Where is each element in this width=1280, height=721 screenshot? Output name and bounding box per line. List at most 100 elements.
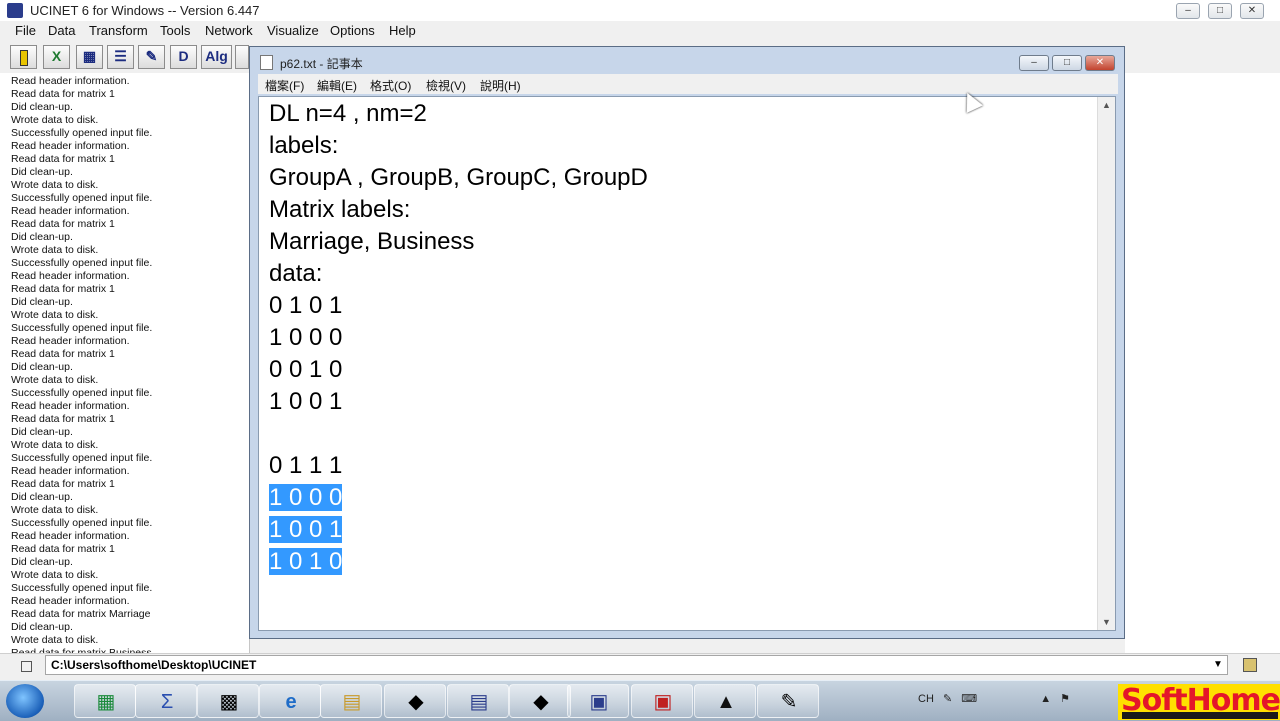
taskbar-folder-icon[interactable]: ▤ <box>320 684 382 718</box>
save-log-icon[interactable] <box>1243 658 1257 672</box>
maximize-button[interactable]: □ <box>1208 3 1232 19</box>
menu-file[interactable]: File <box>15 23 36 38</box>
taskbar-ucinet-icon[interactable]: ▣ <box>567 684 629 718</box>
netdraw-icon[interactable] <box>235 45 249 69</box>
taskbar-batman-icon[interactable]: ▲ <box>694 684 756 718</box>
notepad-window[interactable]: p62.txt - 記事本 – □ ✕ 檔案(F) 編輯(E) 格式(O) 檢視… <box>249 46 1125 639</box>
taskbar-calculator-icon[interactable]: ▩ <box>197 684 259 718</box>
log-line: Read header information. <box>11 335 130 347</box>
close-button[interactable]: ✕ <box>1240 3 1264 19</box>
scroll-up-icon[interactable]: ▲ <box>1102 100 1111 110</box>
menu-visualize[interactable]: Visualize <box>267 23 319 38</box>
ime-icon[interactable]: ✎ <box>943 693 952 705</box>
menu-network[interactable]: Network <box>205 23 253 38</box>
notepad-text-area[interactable]: ▲ ▼ DL n=4 , nm=2 labels: GroupA , GroupB,… <box>258 96 1116 631</box>
log-line: Wrote data to disk. <box>11 634 99 646</box>
log-line: Did clean-up. <box>11 556 73 568</box>
chevron-down-icon[interactable]: ▼ <box>1213 659 1223 670</box>
log-line: Wrote data to disk. <box>11 374 99 386</box>
algorithm-button[interactable]: Alg <box>201 45 232 69</box>
np-menu-help[interactable]: 說明(H) <box>480 77 521 94</box>
text-line: 0 1 1 1 <box>269 452 342 480</box>
status-bar: C:\Users\softhome\Desktop\UCINET ▼ <box>0 653 1280 681</box>
input-language[interactable]: CH <box>918 693 934 705</box>
spreadsheet-icon[interactable]: ▦ <box>76 45 103 69</box>
working-directory-field[interactable]: C:\Users\softhome\Desktop\UCINET <box>45 655 1228 675</box>
np-menu-file[interactable]: 檔案(F) <box>265 77 304 94</box>
excel-icon[interactable]: X <box>43 45 70 69</box>
scroll-down-icon[interactable]: ▼ <box>1102 617 1111 627</box>
text-line: GroupA , GroupB, GroupC, GroupD <box>269 164 648 192</box>
text-line: Marriage, Business <box>269 228 474 256</box>
pen-icon[interactable]: ✎ <box>138 45 165 69</box>
log-line: Did clean-up. <box>11 621 73 633</box>
menu-help[interactable]: Help <box>389 23 416 38</box>
text-line-content: DL n=4 , nm=2 <box>269 100 427 127</box>
window-title: UCINET 6 for Windows -- Version 6.447 <box>30 3 260 18</box>
text-line: 1 0 0 0 <box>269 484 343 512</box>
log-line: Successfully opened input file. <box>11 387 153 399</box>
system-tray: CH ✎ ⌨ ▲ ⚑ <box>918 692 1070 705</box>
log-line: Read data for matrix 1 <box>11 348 115 360</box>
menu-transform[interactable]: Transform <box>89 23 148 38</box>
text-line-content: Marriage, Business <box>269 228 475 255</box>
text-line-content: 1 0 1 0 <box>269 548 343 575</box>
np-menu-edit[interactable]: 編輯(E) <box>317 77 357 94</box>
menu-data[interactable]: Data <box>48 23 75 38</box>
taskbar-app-icon-1[interactable]: ◆ <box>384 684 446 718</box>
start-button[interactable] <box>6 684 44 718</box>
log-line: Did clean-up. <box>11 231 73 243</box>
taskbar: ▦ Σ ▩ e ▤ ◆ ▤ ◆ ▣ ▣ ▲ ✎ CH ✎ ⌨ ▲ ⚑ <box>0 680 1280 721</box>
log-line: Successfully opened input file. <box>11 582 153 594</box>
log-line: Wrote data to disk. <box>11 504 99 516</box>
log-line: Did clean-up. <box>11 101 73 113</box>
text-line-content: 1 0 0 1 <box>269 388 343 415</box>
log-line: Successfully opened input file. <box>11 452 153 464</box>
matrix-icon[interactable]: ☰ <box>107 45 134 69</box>
notepad-maximize-button[interactable]: □ <box>1052 55 1082 71</box>
log-line: Did clean-up. <box>11 166 73 178</box>
output-log: Read header information. Read data for ma… <box>0 73 250 685</box>
vertical-scrollbar[interactable]: ▲ ▼ <box>1097 97 1115 630</box>
np-menu-view[interactable]: 檢視(V) <box>426 77 466 94</box>
log-line: Wrote data to disk. <box>11 569 99 581</box>
taskbar-notepad-icon[interactable]: ✎ <box>757 684 819 718</box>
notepad-title: p62.txt - 記事本 <box>280 57 363 71</box>
text-line: 0 0 1 0 <box>269 356 342 384</box>
main-menubar: File Data Transform Tools Network Visual… <box>0 21 1280 41</box>
keyboard-icon[interactable]: ⌨ <box>961 693 977 705</box>
log-line: Read header information. <box>11 530 130 542</box>
open-file-icon[interactable] <box>10 45 37 69</box>
minimize-button[interactable]: – <box>1176 3 1200 19</box>
np-menu-format[interactable]: 格式(O) <box>370 77 411 94</box>
menu-options[interactable]: Options <box>330 23 375 38</box>
notepad-close-button[interactable]: ✕ <box>1085 55 1115 71</box>
taskbar-sigma-app-icon[interactable]: Σ <box>135 684 197 718</box>
log-line: Wrote data to disk. <box>11 439 99 451</box>
text-line: data: <box>269 260 322 288</box>
notepad-titlebar[interactable]: p62.txt - 記事本 – □ ✕ <box>250 47 1124 74</box>
text-line-content: data: <box>269 260 323 287</box>
action-center-icon[interactable]: ⚑ <box>1060 693 1070 705</box>
log-line: Wrote data to disk. <box>11 179 99 191</box>
folder-icon[interactable] <box>21 661 32 672</box>
tray-overflow-icon[interactable]: ▲ <box>1040 693 1051 705</box>
taskbar-app-icon-2[interactable]: ◆ <box>509 684 571 718</box>
log-line: Read header information. <box>11 205 130 217</box>
log-line: Read data for matrix Marriage <box>11 608 151 620</box>
taskbar-grid-app-icon[interactable]: ▦ <box>74 684 136 718</box>
text-line-content: 0 1 0 1 <box>269 292 343 319</box>
text-line-content: 0 0 1 0 <box>269 356 343 383</box>
taskbar-netdraw-icon[interactable]: ▣ <box>631 684 693 718</box>
log-line: Wrote data to disk. <box>11 114 99 126</box>
taskbar-internet-explorer-icon[interactable]: e <box>259 684 321 718</box>
menu-tools[interactable]: Tools <box>160 23 190 38</box>
text-line-content: GroupA , GroupB, GroupC, GroupD <box>269 164 648 191</box>
text-line-content: 1 0 0 0 <box>269 324 343 351</box>
display-button[interactable]: D <box>170 45 197 69</box>
taskbar-ucinet-log-icon[interactable]: ▤ <box>447 684 509 718</box>
notepad-minimize-button[interactable]: – <box>1019 55 1049 71</box>
brand-subtitle-bar <box>1122 712 1278 719</box>
log-line: Successfully opened input file. <box>11 192 153 204</box>
log-line: Wrote data to disk. <box>11 309 99 321</box>
